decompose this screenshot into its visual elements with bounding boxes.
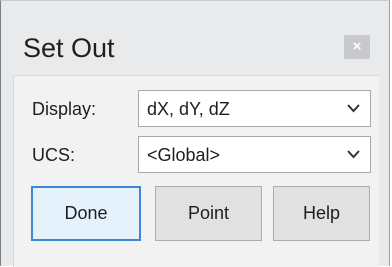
- chevron-down-icon: [347, 150, 360, 159]
- ucs-label: UCS:: [32, 145, 76, 165]
- dialog-title: Set Out: [23, 33, 115, 63]
- done-button[interactable]: Done: [31, 186, 141, 241]
- close-icon: ×: [352, 38, 362, 55]
- ucs-select[interactable]: <Global>: [138, 136, 371, 173]
- display-label: Display:: [32, 99, 97, 119]
- ucs-select-value: <Global>: [147, 145, 221, 165]
- display-select[interactable]: dX, dY, dZ: [138, 90, 371, 127]
- close-button[interactable]: ×: [344, 35, 370, 59]
- set-out-dialog: Set Out × Display: dX, dY, dZ UCS: <Glob…: [0, 0, 390, 267]
- point-button[interactable]: Point: [155, 186, 262, 241]
- chevron-down-icon: [347, 104, 360, 113]
- help-button[interactable]: Help: [273, 186, 370, 241]
- display-select-value: dX, dY, dZ: [147, 99, 230, 119]
